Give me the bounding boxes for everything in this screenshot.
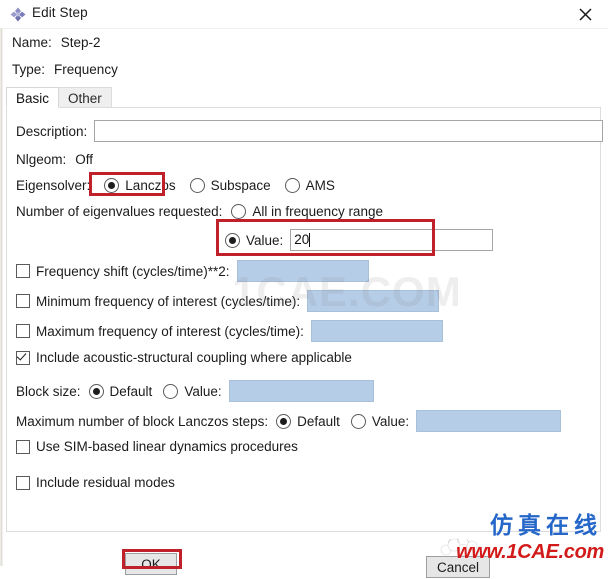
radio-all-in-frequency-range-label: All in frequency range (252, 204, 383, 219)
num-eigenvalues-row: Number of eigenvalues requested: All in … (16, 204, 383, 219)
tab-strip: Basic Other (6, 87, 602, 109)
sim-based-label: Use SIM-based linear dynamics procedures (36, 439, 298, 454)
ok-button[interactable]: OK (125, 553, 177, 575)
minimum-frequency-row: Minimum frequency of interest (cycles/ti… (16, 290, 440, 312)
radio-max-steps-default-label: Default (297, 413, 340, 429)
abaqus-diamond-icon (10, 7, 26, 22)
checkbox-minimum-frequency[interactable] (16, 294, 30, 308)
cancel-button-label: Cancel (436, 560, 480, 575)
nlgeom-row: Nlgeom: Off (16, 152, 93, 167)
radio-eigensolver-lanczos[interactable] (104, 178, 120, 193)
radio-max-steps-default[interactable] (276, 413, 292, 429)
maximum-frequency-label: Maximum frequency of interest (cycles/ti… (36, 323, 304, 339)
step-name-row: Name: Step-2 (12, 35, 101, 50)
radio-all-in-frequency-range[interactable] (231, 204, 247, 219)
block-size-row: Block size: Default Value: (16, 380, 374, 402)
eigensolver-label: Eigensolver: (16, 178, 91, 193)
nlgeom-value: Off (75, 152, 94, 167)
block-size-input[interactable] (228, 380, 374, 402)
window-title: Edit Step (32, 5, 88, 20)
max-lanczos-steps-input[interactable] (416, 410, 562, 432)
eigensolver-row: Eigensolver: Lanczos Subspace AMS (16, 178, 335, 193)
radio-block-size-value-label: Value: (184, 383, 222, 399)
frequency-shift-input[interactable] (236, 260, 369, 282)
checkbox-residual-modes[interactable] (16, 475, 30, 490)
maximum-frequency-input[interactable] (310, 320, 443, 342)
text-caret (309, 233, 311, 247)
step-name-value: Step-2 (60, 35, 101, 50)
residual-modes-label: Include residual modes (36, 475, 175, 490)
checkbox-sim-based[interactable] (16, 439, 30, 454)
minimum-frequency-label: Minimum frequency of interest (cycles/ti… (36, 293, 301, 309)
description-label: Description: (16, 123, 88, 139)
maximum-frequency-row: Maximum frequency of interest (cycles/ti… (16, 320, 443, 342)
tab-other[interactable]: Other (58, 87, 112, 108)
max-lanczos-steps-row: Maximum number of block Lanczos steps: D… (16, 410, 562, 432)
num-eigenvalues-value-row: Value: 20 (225, 229, 494, 251)
tab-other-label: Other (68, 91, 102, 106)
nlgeom-label: Nlgeom: (16, 152, 67, 167)
acoustic-coupling-row: Include acoustic-structural coupling whe… (16, 350, 352, 365)
max-lanczos-steps-label: Maximum number of block Lanczos steps: (16, 413, 269, 429)
tab-basic-label: Basic (16, 91, 50, 106)
num-eigenvalues-value-input[interactable]: 20 (290, 229, 494, 251)
radio-block-size-value[interactable] (163, 383, 179, 399)
radio-eigensolver-ams-label: AMS (305, 178, 335, 193)
step-type-value: Frequency (54, 62, 118, 77)
radio-max-steps-value[interactable] (350, 413, 366, 429)
ok-button-label: OK (141, 557, 161, 572)
radio-eigensolver-subspace-label: Subspace (210, 178, 271, 193)
radio-block-size-default-label: Default (109, 383, 153, 399)
radio-eigensolver-lanczos-label: Lanczos (125, 178, 176, 193)
window-left-edge (0, 28, 3, 566)
radio-block-size-default[interactable] (88, 383, 104, 399)
description-input[interactable] (94, 120, 604, 142)
residual-modes-row: Include residual modes (16, 475, 175, 490)
checkbox-frequency-shift[interactable] (16, 264, 30, 278)
step-type-label: Type: (12, 62, 46, 77)
description-row: Description: (16, 120, 604, 142)
checkbox-maximum-frequency[interactable] (16, 324, 30, 338)
step-name-label: Name: (12, 35, 52, 50)
step-type-row: Type: Frequency (12, 62, 118, 77)
block-size-label: Block size: (16, 383, 81, 399)
frequency-shift-label: Frequency shift (cycles/time)**2: (36, 263, 230, 279)
basic-tab-panel: Description: Nlgeom: Off Eigensolver: La… (6, 107, 604, 532)
num-eigenvalues-value-text: 20 (294, 232, 310, 247)
frequency-shift-row: Frequency shift (cycles/time)**2: (16, 260, 369, 282)
num-eigenvalues-value-label: Value: (246, 232, 284, 248)
tab-basic[interactable]: Basic (6, 87, 60, 108)
cancel-button[interactable]: Cancel (426, 556, 490, 578)
acoustic-coupling-label: Include acoustic-structural coupling whe… (36, 350, 352, 365)
title-bar: Edit Step (0, 0, 608, 29)
radio-max-steps-value-label: Value: (371, 413, 410, 429)
close-icon[interactable] (570, 3, 600, 25)
radio-num-eigenvalues-value[interactable] (225, 232, 240, 248)
sim-based-row: Use SIM-based linear dynamics procedures (16, 439, 298, 454)
minimum-frequency-input[interactable] (307, 290, 440, 312)
num-eigenvalues-label: Number of eigenvalues requested: (16, 204, 223, 219)
radio-eigensolver-ams[interactable] (284, 178, 300, 193)
checkbox-acoustic-coupling[interactable] (16, 350, 30, 365)
radio-eigensolver-subspace[interactable] (189, 178, 205, 193)
